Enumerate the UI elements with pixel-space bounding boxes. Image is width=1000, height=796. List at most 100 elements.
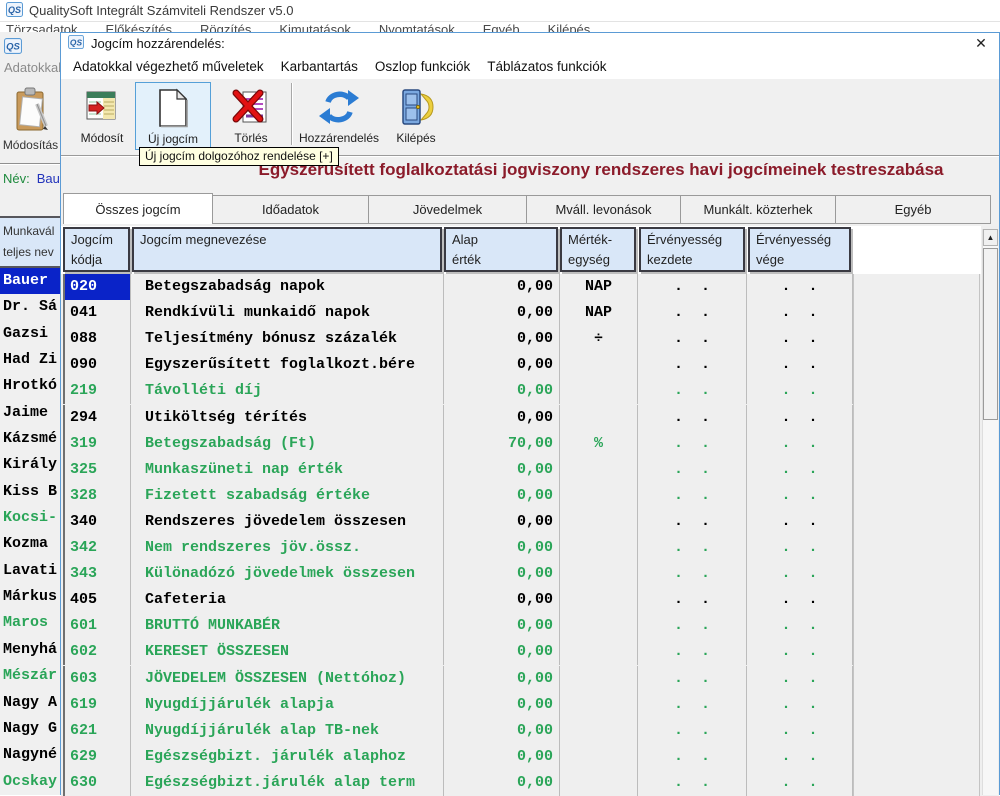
cell-valid-from: . . xyxy=(638,666,747,692)
name-field-value: Bau xyxy=(37,171,60,186)
table-divider xyxy=(853,274,854,796)
column-header: Érvényességvége xyxy=(748,227,851,272)
dialog-menu-item[interactable]: Adatokkal végezhető műveletek xyxy=(73,59,264,74)
table-row[interactable]: 090Egyszerűsített foglalkozt.bére0,00. .… xyxy=(61,352,999,378)
vertical-scrollbar[interactable]: ▲ xyxy=(982,229,998,795)
table-row[interactable]: 328Fizetett szabadság értéke0,00. .. . xyxy=(61,483,999,509)
cell-code: 294 xyxy=(63,405,131,431)
employee-list-item[interactable]: Nagyné xyxy=(0,742,60,768)
tab[interactable]: Jövedelmek xyxy=(369,195,527,224)
table-row[interactable]: 619Nyugdíjjárulék alapja0,00. .. . xyxy=(61,692,999,718)
cell-code: 342 xyxy=(63,535,131,561)
main-menu-item[interactable]: Előkészítés xyxy=(106,22,172,32)
table-row[interactable]: 041Rendkívüli munkaidő napok0,00NAP. .. … xyxy=(61,300,999,326)
cell-value: 0,00 xyxy=(444,535,560,561)
table-row[interactable]: 342Nem rendszeres jöv.össz.0,00. .. . xyxy=(61,535,999,561)
main-menu-item[interactable]: Nyomtatások xyxy=(379,22,455,32)
employee-list-item[interactable]: Kiss B xyxy=(0,479,60,505)
employee-list-item[interactable]: Kozma xyxy=(0,531,60,557)
cell-value: 0,00 xyxy=(444,718,560,744)
cell-valid-from: . . xyxy=(638,639,747,665)
cell-unit xyxy=(560,666,638,692)
employee-list-item[interactable]: Nagy G xyxy=(0,716,60,742)
table-row[interactable]: 405Cafeteria0,00. .. . xyxy=(61,587,999,613)
cell-name: Cafeteria xyxy=(131,587,444,613)
main-menu-item[interactable]: Kimutatások xyxy=(279,22,351,32)
cell-valid-from: . . xyxy=(638,431,747,457)
toolbar-button[interactable]: Módosít xyxy=(71,82,133,150)
cell-code: 603 xyxy=(63,666,131,692)
table-row[interactable]: 621Nyugdíjjárulék alap TB-nek0,00. .. . xyxy=(61,718,999,744)
cell-name: Nyugdíjjárulék alapja xyxy=(131,692,444,718)
dialog-menu-item[interactable]: Táblázatos funkciók xyxy=(487,59,606,74)
cell-valid-from: . . xyxy=(638,692,747,718)
cell-valid-to: . . xyxy=(747,692,853,718)
scroll-up-arrow-icon[interactable]: ▲ xyxy=(983,229,998,246)
employee-list-item[interactable]: Nagy A xyxy=(0,690,60,716)
cell-code: 601 xyxy=(63,613,131,639)
name-field-row: Név:Bau xyxy=(3,171,60,186)
main-menu-item[interactable]: Egyéb xyxy=(483,22,520,32)
cell-code: 405 xyxy=(63,587,131,613)
dialog-titlebar[interactable]: QS Jogcím hozzárendelés: ✕ xyxy=(61,33,999,53)
employee-list-item[interactable]: Lavati xyxy=(0,558,60,584)
table-row[interactable]: 629Egészségbizt. járulék alaphoz0,00. ..… xyxy=(61,744,999,770)
employee-list-item[interactable]: Had Zi xyxy=(0,347,60,373)
cell-unit xyxy=(560,535,638,561)
employee-list-item[interactable]: Bauer xyxy=(0,268,60,294)
assign-arrows-icon xyxy=(316,84,362,130)
cell-value: 0,00 xyxy=(444,613,560,639)
tab[interactable]: Egyéb xyxy=(836,195,991,224)
table-row[interactable]: 630Egészségbizt.járulék alap term0,00. .… xyxy=(61,770,999,796)
dialog-menu-item[interactable]: Oszlop funkciók xyxy=(375,59,470,74)
tab[interactable]: Összes jogcím xyxy=(63,193,213,224)
toolbar-button[interactable]: Hozzárendelés xyxy=(297,82,381,150)
table-row[interactable]: 340Rendszeres jövedelem összesen0,00. ..… xyxy=(61,509,999,535)
toolbar-button-label: Hozzárendelés xyxy=(299,131,379,145)
main-menu-item[interactable]: Rögzítés xyxy=(200,22,251,32)
table-row[interactable]: 294Utiköltség térítés0,00. .. . xyxy=(61,405,999,431)
cell-valid-from: . . xyxy=(638,483,747,509)
table-row[interactable]: 219Távolléti díj0,00. .. . xyxy=(61,378,999,404)
table-row[interactable]: 319Betegszabadság (Ft)70,00%. .. . xyxy=(61,431,999,457)
employee-list-header-line2: teljes nev xyxy=(3,242,60,263)
employee-list-item[interactable]: Maros xyxy=(0,610,60,636)
dialog-menu-item[interactable]: Karbantartás xyxy=(281,59,358,74)
table-row[interactable]: 325Munkaszüneti nap érték0,00. .. . xyxy=(61,457,999,483)
employee-list-item[interactable]: Menyhá xyxy=(0,637,60,663)
employee-list-item[interactable]: Gazsi xyxy=(0,321,60,347)
main-left-panel: QS Adatokkal Módosítás Név:Bau Munkavál … xyxy=(0,32,60,795)
employee-list-item[interactable]: Márkus xyxy=(0,584,60,610)
modositas-button[interactable]: Módosítás xyxy=(1,84,60,154)
table-row[interactable]: 343Különadózó jövedelmek összesen0,00. .… xyxy=(61,561,999,587)
employee-list-item[interactable]: Király xyxy=(0,452,60,478)
tab[interactable]: Mváll. levonások xyxy=(527,195,681,224)
tab[interactable]: Időadatok xyxy=(213,195,369,224)
table-row[interactable]: 088Teljesítmény bónusz százalék0,00÷. ..… xyxy=(61,326,999,352)
scrollbar-thumb[interactable] xyxy=(983,248,998,420)
main-menu-item[interactable]: Törzsadatok xyxy=(6,22,78,32)
close-icon[interactable]: ✕ xyxy=(969,33,993,53)
employee-list-item[interactable]: Dr. Sá xyxy=(0,294,60,320)
cell-value: 0,00 xyxy=(444,639,560,665)
main-menu-item[interactable]: Kilépés xyxy=(548,22,591,32)
table-row[interactable]: 603JÖVEDELEM ÖSSZESEN (Nettóhoz)0,00. ..… xyxy=(61,666,999,692)
employee-list-item[interactable]: Kocsi- xyxy=(0,505,60,531)
cell-unit: % xyxy=(560,431,638,457)
cell-unit xyxy=(560,457,638,483)
employee-list-item[interactable]: Ocskay xyxy=(0,769,60,795)
cell-name: Nem rendszeres jöv.össz. xyxy=(131,535,444,561)
employee-list-item[interactable]: Jaime xyxy=(0,400,60,426)
table-row[interactable]: 601BRUTTÓ MUNKABÉR0,00. .. . xyxy=(61,613,999,639)
cell-code: 343 xyxy=(63,561,131,587)
toolbar-button[interactable]: Új jogcím xyxy=(135,82,211,150)
toolbar-button[interactable]: Törlés xyxy=(213,82,289,150)
employee-list-item[interactable]: Mészár xyxy=(0,663,60,689)
employee-list-item[interactable]: Kázsmé xyxy=(0,426,60,452)
tab[interactable]: Munkált. közterhek xyxy=(681,195,836,224)
main-menu-item-partial[interactable]: Adatokkal xyxy=(4,60,60,75)
toolbar-button[interactable]: Kilépés xyxy=(385,82,447,150)
employee-list-item[interactable]: Hrotkó xyxy=(0,373,60,399)
table-row[interactable]: 602KERESET ÖSSZESEN0,00. .. . xyxy=(61,639,999,665)
table-row[interactable]: 020Betegszabadság napok0,00NAP. .. . xyxy=(61,274,999,300)
